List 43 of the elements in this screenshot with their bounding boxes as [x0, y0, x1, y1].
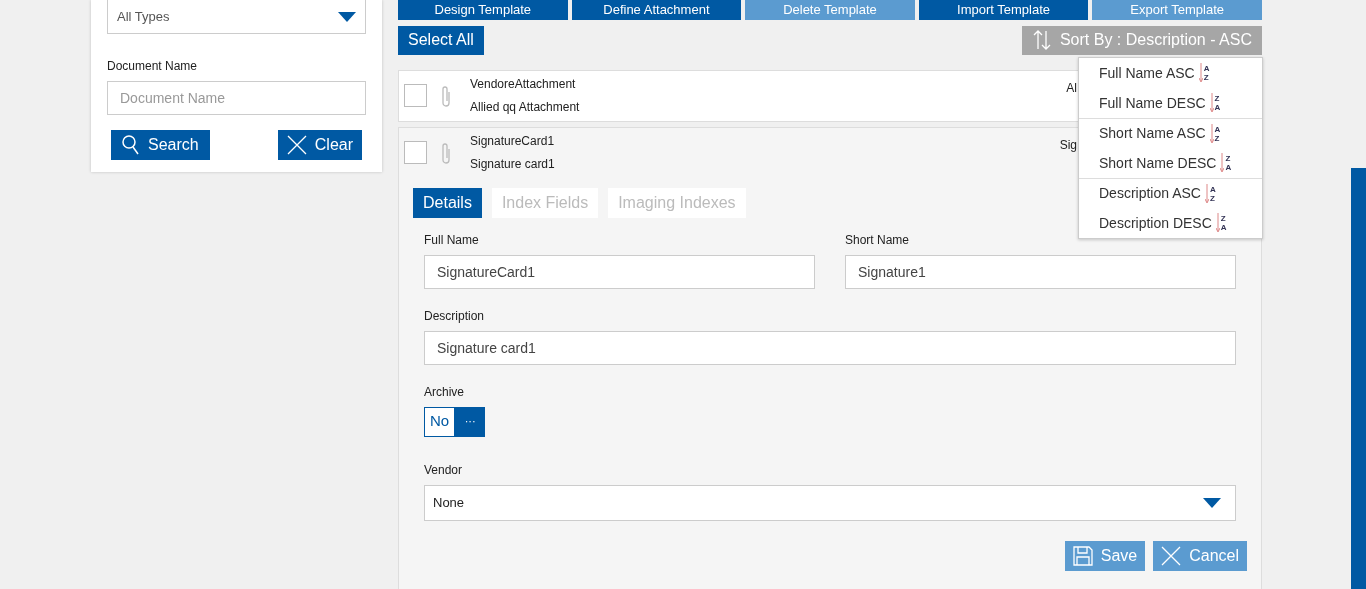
field-label: Archive: [424, 383, 465, 401]
field-label: Description: [424, 307, 486, 325]
template-name: SignatureCard1: [470, 133, 555, 150]
template-name: VendoreAttachment: [470, 76, 576, 93]
template-description: Signature card1: [470, 156, 555, 173]
dropdown-caret-icon: [1203, 497, 1221, 508]
side-panel-tab[interactable]: [1351, 168, 1366, 589]
short-name-field[interactable]: Signature1: [845, 254, 1236, 289]
toolbar-button[interactable]: Define Attachment: [571, 0, 742, 20]
template-short-name: Sig: [1059, 136, 1077, 154]
details-tab[interactable]: Details: [413, 187, 482, 218]
description-field[interactable]: Signature card1: [424, 330, 1236, 365]
vendor-select[interactable]: None: [424, 484, 1236, 521]
field-label: Document Name: [107, 58, 199, 75]
row-checkbox[interactable]: [404, 141, 427, 164]
document-name-field[interactable]: Document Name: [107, 81, 366, 115]
field-label: Short Name: [845, 231, 911, 249]
paperclip-icon: [441, 140, 451, 165]
select-all-button[interactable]: Select All: [398, 25, 484, 55]
sort-menu-item[interactable]: Short Name DESC Z A: [1079, 148, 1262, 178]
toolbar-button[interactable]: Design Template: [398, 0, 568, 20]
close-icon: [286, 135, 307, 155]
sort-menu-item[interactable]: Description ASC A Z: [1079, 178, 1262, 208]
full-name-field[interactable]: SignatureCard1: [424, 254, 815, 289]
search-button[interactable]: Search: [111, 130, 210, 160]
type-select[interactable]: All Types: [107, 0, 366, 34]
sort-menu-item[interactable]: Full Name DESC Z A: [1079, 88, 1262, 118]
field-label: Full Name: [424, 231, 480, 249]
paperclip-icon: [441, 83, 451, 108]
sort-icon: [1031, 30, 1052, 50]
template-description: Allied qq Attachment: [470, 99, 580, 116]
row-checkbox[interactable]: [404, 84, 427, 107]
toolbar-button[interactable]: Import Template: [918, 0, 1089, 20]
search-icon: [122, 135, 140, 155]
template-short-name: Al: [1066, 79, 1077, 97]
field-label: Vendor: [424, 461, 464, 479]
sort-menu-item[interactable]: Description DESC Z A: [1079, 208, 1262, 238]
dropdown-caret-icon: [338, 11, 356, 22]
clear-button[interactable]: Clear: [277, 130, 362, 160]
archive-value: No: [424, 406, 456, 437]
sort-menu-item[interactable]: Short Name ASC A Z: [1079, 118, 1262, 148]
archive-picker-button[interactable]: ···: [455, 406, 486, 437]
close-icon: [1161, 545, 1182, 566]
